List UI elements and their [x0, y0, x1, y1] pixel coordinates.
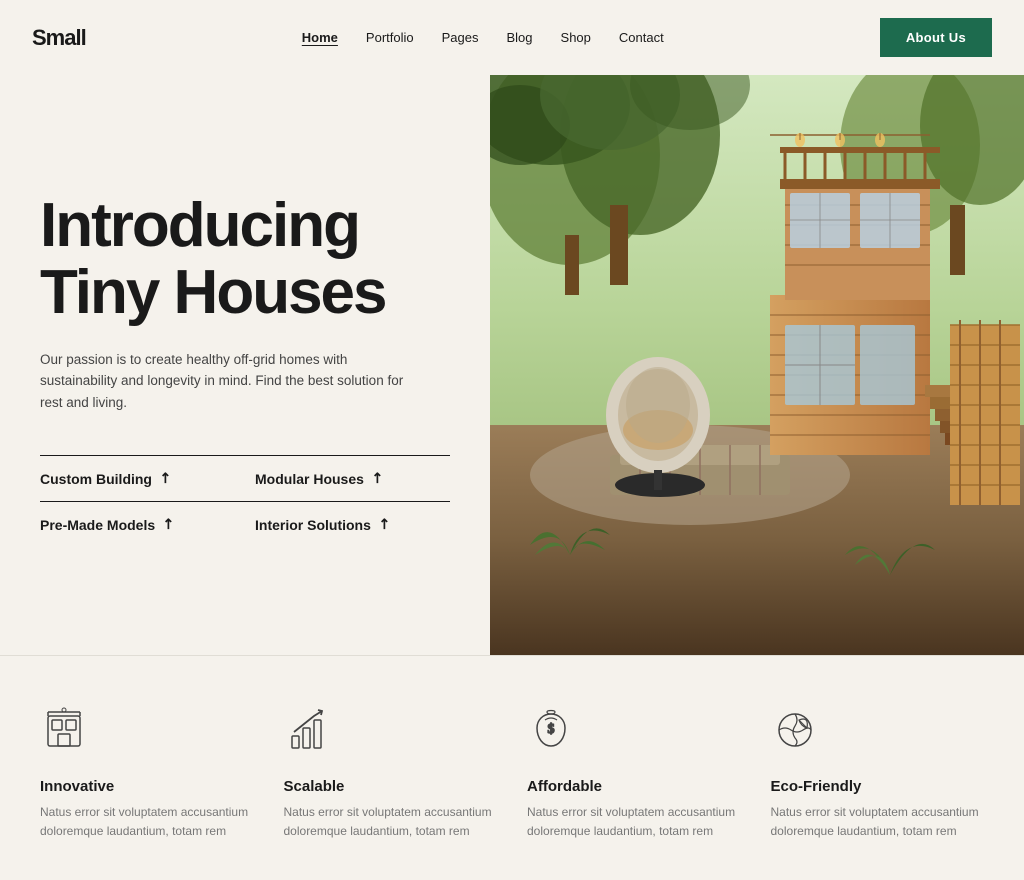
- innovative-icon: [40, 706, 88, 764]
- nav-contact[interactable]: Contact: [619, 30, 664, 45]
- feature-innovative-desc: Natus error sit voluptatem accusantium d…: [40, 803, 254, 840]
- feature-eco: Eco-Friendly Natus error sit voluptatem …: [771, 706, 985, 840]
- feature-innovative-title: Innovative: [40, 778, 114, 795]
- arrow-icon: ↗: [368, 469, 388, 489]
- hero-image: [490, 75, 1024, 655]
- link-modular-houses[interactable]: Modular Houses ↗: [245, 455, 450, 501]
- hero-links: Custom Building ↗ Modular Houses ↗ Pre-M…: [40, 455, 450, 547]
- features-section: Innovative Natus error sit voluptatem ac…: [0, 655, 1024, 880]
- feature-eco-title: Eco-Friendly: [771, 778, 862, 795]
- eco-icon: [771, 706, 819, 764]
- affordable-icon: $: [527, 706, 575, 764]
- feature-affordable-title: Affordable: [527, 778, 602, 795]
- arrow-icon: ↗: [375, 515, 395, 535]
- hero-left: Introducing Tiny Houses Our passion is t…: [0, 75, 490, 655]
- feature-scalable-desc: Natus error sit voluptatem accusantium d…: [284, 803, 498, 840]
- hero-section: Introducing Tiny Houses Our passion is t…: [0, 75, 1024, 655]
- nav-home[interactable]: Home: [302, 30, 338, 45]
- feature-scalable: Scalable Natus error sit voluptatem accu…: [284, 706, 498, 840]
- header: Small Home Portfolio Pages Blog Shop Con…: [0, 0, 1024, 75]
- svg-text:$: $: [548, 722, 555, 737]
- arrow-icon: ↗: [156, 469, 176, 489]
- feature-affordable-desc: Natus error sit voluptatem accusantium d…: [527, 803, 741, 840]
- main-nav: Home Portfolio Pages Blog Shop Contact: [302, 30, 664, 45]
- link-custom-building[interactable]: Custom Building ↗: [40, 455, 245, 501]
- nav-blog[interactable]: Blog: [507, 30, 533, 45]
- feature-affordable: $ Affordable Natus error sit voluptatem …: [527, 706, 741, 840]
- hero-title: Introducing Tiny Houses: [40, 193, 450, 327]
- nav-shop[interactable]: Shop: [561, 30, 591, 45]
- feature-eco-desc: Natus error sit voluptatem accusantium d…: [771, 803, 985, 840]
- nav-portfolio[interactable]: Portfolio: [366, 30, 414, 45]
- link-premade-models[interactable]: Pre-Made Models ↗: [40, 501, 245, 547]
- arrow-icon: ↗: [159, 515, 179, 535]
- logo: Small: [32, 25, 86, 51]
- scalable-icon: [284, 706, 332, 764]
- feature-scalable-title: Scalable: [284, 778, 345, 795]
- hero-subtitle: Our passion is to create healthy off-gri…: [40, 349, 420, 414]
- feature-innovative: Innovative Natus error sit voluptatem ac…: [40, 706, 254, 840]
- link-interior-solutions[interactable]: Interior Solutions ↗: [245, 501, 450, 547]
- nav-pages[interactable]: Pages: [442, 30, 479, 45]
- about-button[interactable]: About Us: [880, 18, 992, 57]
